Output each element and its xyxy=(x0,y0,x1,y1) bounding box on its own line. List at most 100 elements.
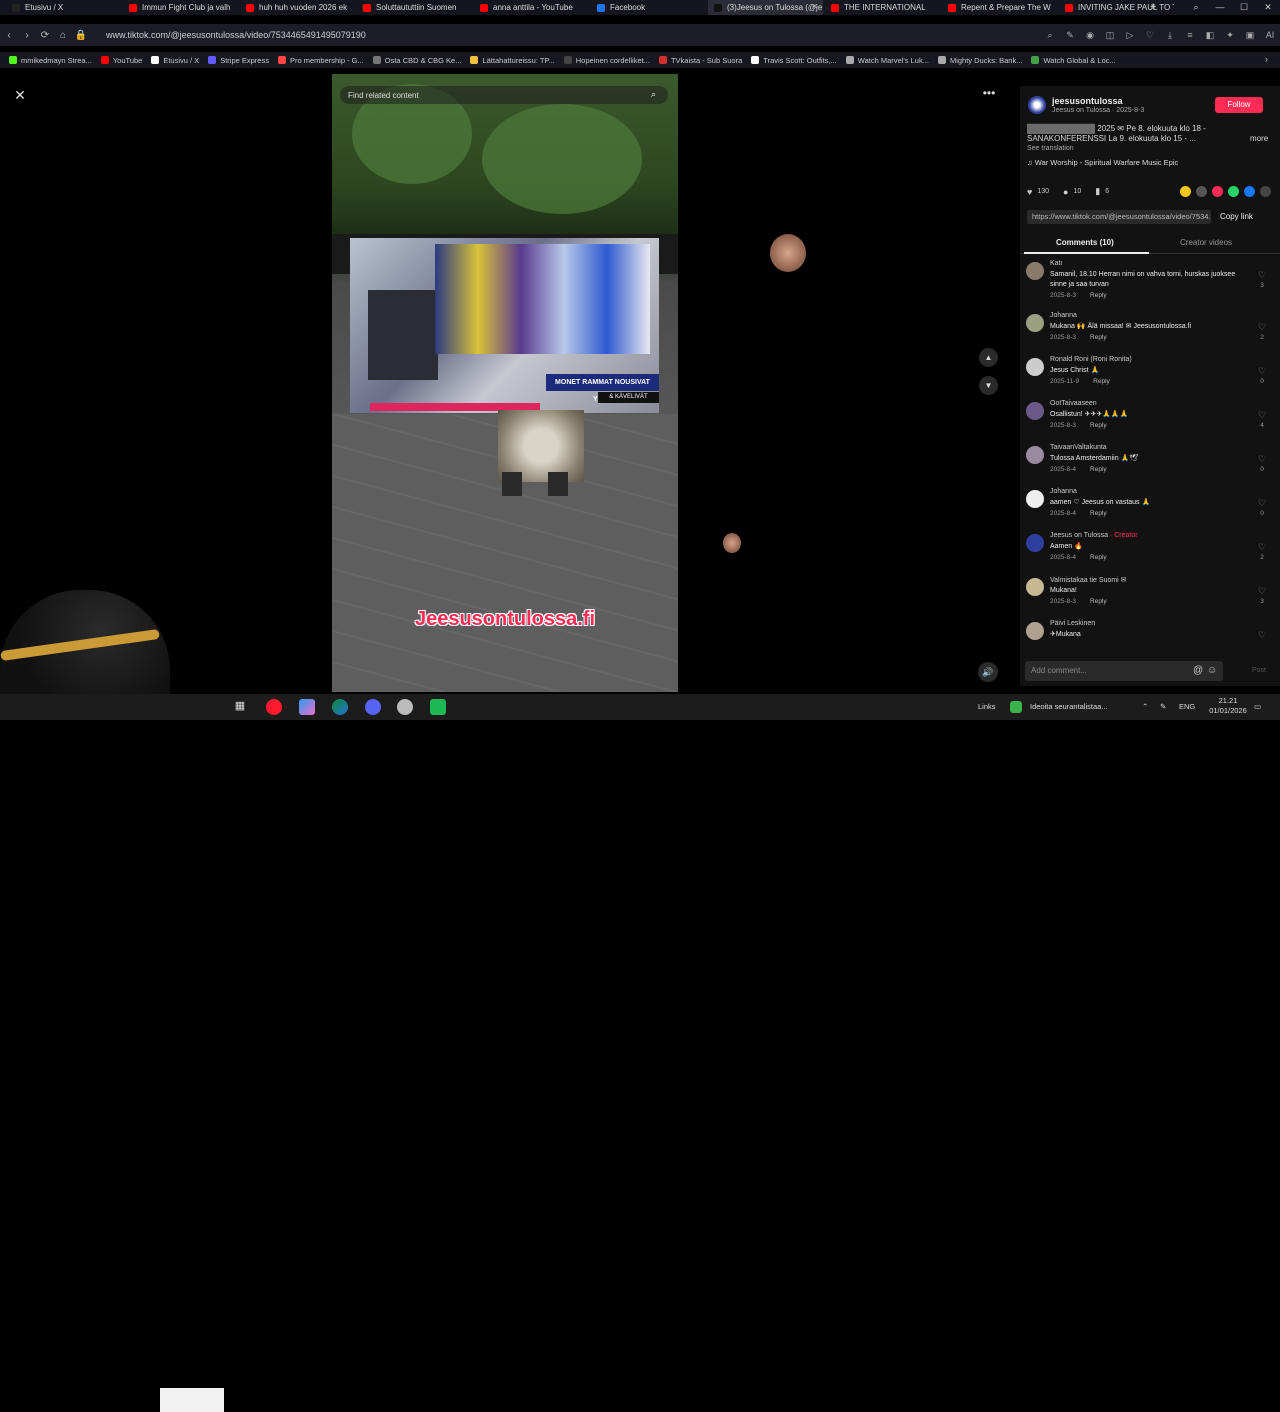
commenter-avatar[interactable] xyxy=(1026,402,1044,420)
bookmark-item[interactable]: Hopeinen cordelliket... xyxy=(563,56,650,65)
obs-icon[interactable] xyxy=(430,699,446,715)
discord-icon[interactable] xyxy=(365,699,381,715)
reply-button[interactable]: Reply xyxy=(1090,510,1107,517)
back-icon[interactable]: ‹ xyxy=(0,30,18,41)
previous-video-button[interactable]: ▲ xyxy=(979,348,998,367)
app-icon[interactable] xyxy=(397,699,413,715)
bookmark-item[interactable]: TVkaista - Sub Suora xyxy=(658,56,742,65)
commenter-avatar[interactable] xyxy=(1026,314,1044,332)
comment-stat[interactable]: ● 10 xyxy=(1063,187,1081,197)
camera-icon[interactable]: ◉ xyxy=(1080,30,1100,41)
more-link[interactable]: more xyxy=(1250,134,1268,143)
task-view-icon[interactable]: ▦ xyxy=(232,699,248,715)
commenter-avatar[interactable] xyxy=(1026,534,1044,552)
news-widget[interactable]: Ideoita seurantalistaa... xyxy=(1030,694,1108,720)
post-button[interactable]: Post xyxy=(1252,667,1266,674)
bookmark-item[interactable]: Watch Global & Loc... xyxy=(1031,56,1116,65)
volume-icon[interactable]: 🔊 xyxy=(978,662,998,682)
video-link-field[interactable]: https://www.tiktok.com/@jeesusontulossa/… xyxy=(1027,210,1211,224)
ai-icon[interactable]: AI xyxy=(1260,30,1280,40)
box-icon[interactable]: ▣ xyxy=(1240,30,1260,41)
clock[interactable]: 21.21 01/01/2026 xyxy=(1208,696,1248,716)
browser-tab[interactable]: (3)Jeesus on Tulossa (@je ✕ xyxy=(708,0,823,15)
browser-tab[interactable]: THE INTERNATIONAL xyxy=(825,0,940,15)
bookmark-item[interactable]: Watch Marvel's Luk... xyxy=(845,56,929,65)
whatsapp-icon[interactable] xyxy=(1228,186,1239,197)
network-icon[interactable]: ✎ xyxy=(1160,694,1166,720)
commenter-name[interactable]: OotTaivaaseen xyxy=(1050,400,1097,407)
close-window-button[interactable]: ✕ xyxy=(1256,0,1280,15)
opera-icon[interactable] xyxy=(266,699,282,715)
reload-icon[interactable]: ⟳ xyxy=(36,30,54,41)
more-options-icon[interactable]: ••• xyxy=(979,86,999,102)
like-comment-icon[interactable]: ♡ xyxy=(1256,542,1268,553)
commenter-name[interactable]: Kati xyxy=(1050,260,1062,267)
reply-button[interactable]: Reply xyxy=(1090,554,1107,561)
copy-link-button[interactable]: Copy link xyxy=(1220,210,1253,224)
browser-tab[interactable]: INVITING JAKE PAUL TO T xyxy=(1059,0,1174,15)
reply-button[interactable]: Reply xyxy=(1090,598,1107,605)
notifications-icon[interactable]: ▭ xyxy=(1254,694,1261,720)
new-tab-button[interactable]: + xyxy=(1150,0,1156,15)
bookmark-item[interactable]: Etusivu / X xyxy=(151,56,199,65)
menu-icon[interactable]: ≡ xyxy=(1180,30,1200,40)
music-track[interactable]: ♫ War Worship - Spiritual Warfare Music … xyxy=(1027,158,1178,167)
commenter-name[interactable]: Päivi Leskinen xyxy=(1050,620,1095,627)
commenter-avatar[interactable] xyxy=(1026,578,1044,596)
reply-button[interactable]: Reply xyxy=(1090,292,1107,299)
add-comment-input[interactable]: Add comment... @ ☺ xyxy=(1025,661,1223,681)
commenter-avatar[interactable] xyxy=(1026,446,1044,464)
tray-overflow-icon[interactable]: ⌃ xyxy=(1142,694,1148,720)
wallet-icon[interactable]: ◧ xyxy=(1200,30,1220,41)
commenter-name[interactable]: Jeesus on Tulossa · Creator xyxy=(1050,532,1138,539)
like-stat[interactable]: ♥ 130 xyxy=(1027,187,1049,197)
author-name[interactable]: jeesusontulossa xyxy=(1052,96,1123,106)
tab-creator-videos[interactable]: Creator videos xyxy=(1180,238,1232,247)
like-comment-icon[interactable]: ♡ xyxy=(1256,366,1268,377)
follow-button[interactable]: Follow xyxy=(1215,97,1263,113)
browser-tab[interactable]: Etusivu / X xyxy=(6,0,121,15)
bookmark-item[interactable]: Travis Scott: Outfits,... xyxy=(751,56,837,65)
commenter-name[interactable]: Valmistakaa tie Suomi ✉ xyxy=(1050,576,1127,584)
see-translation-link[interactable]: See translation xyxy=(1027,145,1074,152)
search-tabs-icon[interactable]: ⌕ xyxy=(1184,0,1208,15)
commenter-avatar[interactable] xyxy=(1026,262,1044,280)
bookmark-item[interactable]: Pro membership - G... xyxy=(277,56,364,65)
home-icon[interactable]: ⌂ xyxy=(54,30,72,41)
commenter-avatar[interactable] xyxy=(1026,490,1044,508)
browser-tab[interactable]: Facebook xyxy=(591,0,706,15)
video-player[interactable]: MONET RAMMAT NOUSIVAT YLÖS & KÄVELIVÄT xyxy=(332,74,678,692)
browser-tab[interactable]: anna anttila - YouTube xyxy=(474,0,589,15)
reply-button[interactable]: Reply xyxy=(1093,378,1110,385)
next-video-button[interactable]: ▼ xyxy=(979,376,998,395)
save-stat[interactable]: ▮ 6 xyxy=(1095,186,1109,197)
close-tab-icon[interactable]: ✕ xyxy=(811,2,818,11)
search-icon[interactable]: ⌕ xyxy=(1040,30,1060,41)
reply-button[interactable]: Reply xyxy=(1090,334,1107,341)
reply-button[interactable]: Reply xyxy=(1090,422,1107,429)
like-comment-icon[interactable]: ♡ xyxy=(1256,630,1268,641)
like-comment-icon[interactable]: ♡ xyxy=(1256,498,1268,509)
edit-icon[interactable]: ✎ xyxy=(1060,30,1080,41)
like-comment-icon[interactable]: ♡ xyxy=(1256,270,1268,281)
like-comment-icon[interactable]: ♡ xyxy=(1256,454,1268,465)
download-icon[interactable]: ⤓ xyxy=(1160,30,1180,41)
search-icon[interactable]: ⌕ xyxy=(651,89,656,100)
facebook-icon[interactable] xyxy=(1244,186,1255,197)
bookmark-item[interactable]: Osta CBD & CBG Ke... xyxy=(372,56,461,65)
close-icon[interactable]: ✕ xyxy=(12,87,28,103)
copilot-icon[interactable] xyxy=(299,699,315,715)
maximize-button[interactable]: ☐ xyxy=(1232,0,1256,15)
author-avatar[interactable] xyxy=(1028,96,1046,114)
share-arrow-icon[interactable] xyxy=(1260,186,1271,197)
bookmark-item[interactable]: YouTube xyxy=(100,56,142,65)
browser-tab[interactable]: Immun Fight Club ja valh xyxy=(123,0,238,15)
commenter-avatar[interactable] xyxy=(1026,622,1044,640)
mention-icon[interactable]: @ xyxy=(1193,661,1203,681)
links-toolbar[interactable]: Links xyxy=(978,694,996,720)
like-comment-icon[interactable]: ♡ xyxy=(1256,410,1268,421)
reply-button[interactable]: Reply xyxy=(1090,466,1107,473)
commenter-avatar[interactable] xyxy=(1026,358,1044,376)
url-field[interactable]: www.tiktok.com/@jeesusontulossa/video/75… xyxy=(106,30,366,40)
commenter-name[interactable]: Johanna xyxy=(1050,312,1077,319)
